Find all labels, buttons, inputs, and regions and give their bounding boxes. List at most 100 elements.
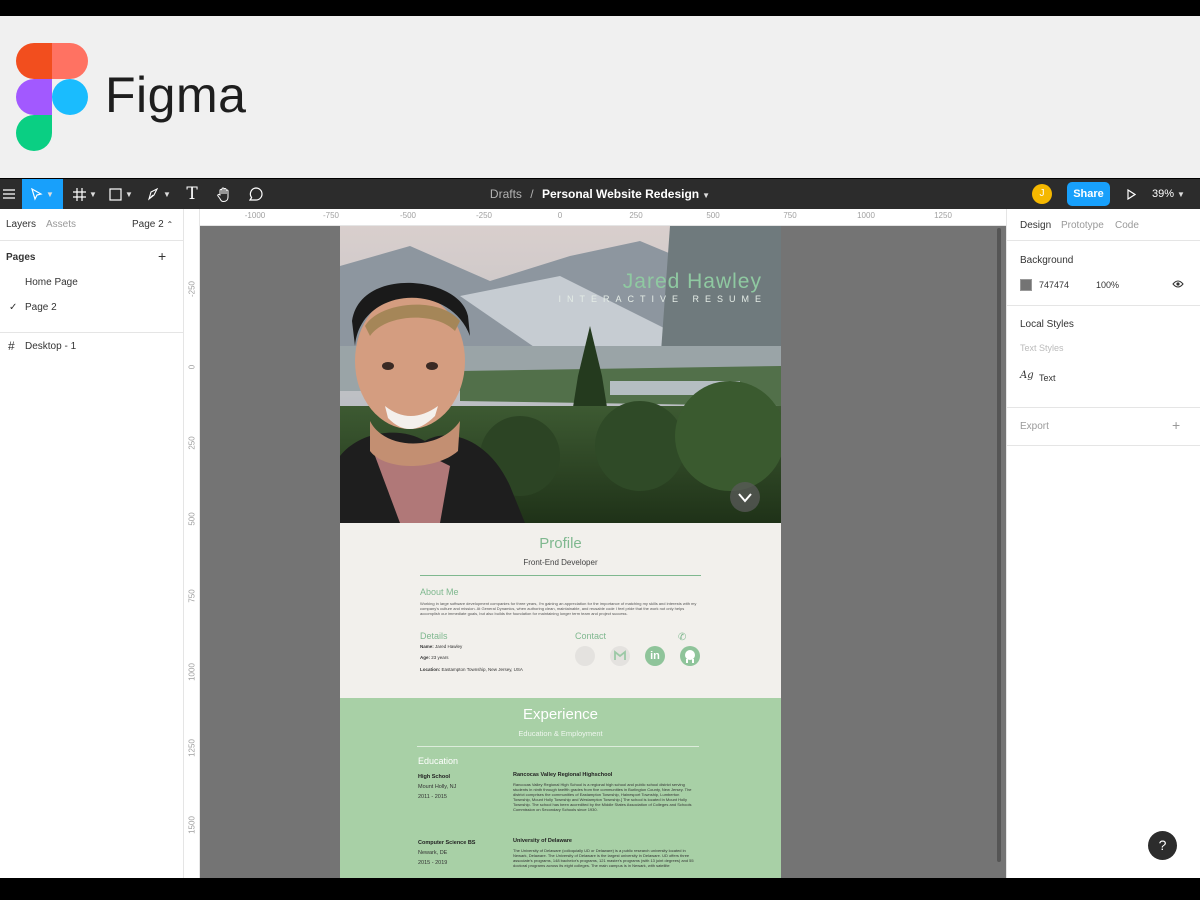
gmail-icon[interactable] [610, 646, 630, 666]
ruler-tick: 750 [783, 211, 797, 220]
ruler-tick: 250 [187, 436, 197, 450]
phone-icon[interactable]: ✆ [678, 632, 686, 643]
ruler-tick: -750 [322, 211, 340, 220]
file-name[interactable]: Personal Website Redesign [542, 187, 699, 201]
ruler-tick: 1000 [187, 663, 197, 681]
background-opacity[interactable]: 100% [1096, 280, 1119, 290]
education-years: 2011 - 2015 [418, 794, 447, 800]
hero-name: Jared Hawley [622, 270, 762, 293]
layer-item-desktop-1[interactable]: Desktop - 1 [25, 341, 76, 352]
help-button[interactable]: ? [1148, 831, 1177, 860]
ruler-tick: -500 [399, 211, 417, 220]
ruler-tick: -1000 [244, 211, 266, 220]
tab-prototype[interactable]: Prototype [1061, 220, 1104, 231]
detail-value: Jared Hawley [435, 644, 463, 649]
divider [1007, 407, 1200, 408]
left-panel-tabs: Layers Assets Page 2 ⌃ [0, 209, 183, 241]
text-style-icon: Ag [1020, 370, 1034, 381]
share-button[interactable]: Share [1067, 182, 1110, 206]
experience-section: Experience Education & Employment Educat… [340, 698, 781, 878]
chevron-down-icon: ▼ [46, 189, 54, 199]
text-tool-icon[interactable]: T [182, 179, 202, 209]
tab-assets[interactable]: Assets [46, 219, 76, 230]
text-style-item[interactable]: Text [1039, 373, 1056, 383]
page-item-page-2[interactable]: Page 2 [25, 302, 57, 313]
pen-tool-icon [148, 187, 159, 201]
pages-title: Pages [6, 252, 36, 263]
location-icon[interactable] [575, 646, 595, 666]
ruler-left: -250 0 250 500 750 1000 1250 1500 [184, 209, 200, 878]
canvas[interactable]: Jared Hawley INTERACTIVE RESUME Profile … [200, 226, 1006, 878]
frame-layer-icon: # [8, 339, 15, 353]
page-item-home[interactable]: Home Page [25, 277, 78, 288]
canvas-scrollbar[interactable] [997, 228, 1001, 862]
hero-section: Jared Hawley INTERACTIVE RESUME [340, 226, 781, 523]
background-hex[interactable]: 747474 [1039, 280, 1069, 290]
user-avatar[interactable]: J [1032, 184, 1052, 204]
figma-banner: Figma [0, 16, 1200, 178]
chevron-down-icon [738, 493, 752, 503]
tab-layers[interactable]: Layers [6, 219, 36, 230]
tab-design[interactable]: Design [1020, 220, 1051, 231]
frame-tool-button[interactable]: ▼ [70, 179, 100, 209]
education-place: Newark, DE [418, 850, 448, 856]
check-icon: ✓ [9, 302, 18, 313]
detail-value: 23 years [431, 655, 449, 660]
comment-tool-icon[interactable] [244, 179, 268, 209]
ruler-tick: 0 [557, 211, 563, 220]
add-page-icon[interactable]: + [158, 248, 166, 264]
ruler-tick: 1500 [187, 816, 197, 834]
experience-title: Experience [522, 706, 599, 723]
left-panel: Layers Assets Page 2 ⌃ Pages + Home Page… [0, 209, 184, 878]
figma-wordmark: Figma [105, 67, 247, 123]
divider [0, 332, 184, 333]
pen-tool-button[interactable]: ▼ [144, 179, 174, 209]
breadcrumb-folder[interactable]: Drafts [490, 187, 522, 201]
menu-icon[interactable] [0, 179, 18, 209]
scroll-down-button[interactable] [730, 482, 760, 512]
detail-location: Location: Eastampton Township, New Jerse… [420, 667, 523, 672]
github-icon[interactable] [680, 646, 700, 666]
local-styles-title: Local Styles [1020, 319, 1074, 330]
ruler-tick: 1250 [187, 739, 197, 757]
ruler-tick: 500 [187, 512, 197, 526]
tab-code[interactable]: Code [1115, 220, 1139, 231]
add-export-icon[interactable]: + [1172, 417, 1180, 433]
desktop-frame[interactable]: Jared Hawley INTERACTIVE RESUME Profile … [340, 226, 781, 878]
education-degree: Computer Science BS [418, 840, 476, 846]
zoom-level[interactable]: 39% ▼ [1152, 179, 1185, 209]
education-heading: Education [418, 756, 459, 766]
contact-heading: Contact [575, 631, 607, 641]
divider [1007, 445, 1200, 446]
ruler-top: -1000 -750 -500 -250 0 250 500 750 1000 … [200, 209, 1006, 226]
shape-tool-button[interactable]: ▼ [106, 179, 136, 209]
figma-logo [16, 43, 88, 151]
ruler-tick: 500 [706, 211, 720, 220]
page-selector[interactable]: Page 2 ⌃ [132, 219, 173, 230]
background-swatch[interactable] [1020, 279, 1032, 291]
ruler-tick: -250 [475, 211, 493, 220]
page-selector-label: Page 2 [132, 219, 164, 230]
frame-tool-icon [73, 187, 87, 201]
about-heading: About Me [420, 587, 459, 597]
ruler-tick: 0 [187, 364, 197, 370]
hand-tool-icon[interactable] [212, 179, 236, 209]
divider [417, 746, 699, 747]
chevron-up-icon: ⌃ [166, 220, 174, 229]
education-place: Mount Holly, NJ [418, 784, 457, 790]
move-tool-button[interactable]: ▼ [22, 179, 63, 209]
ruler-tick: 1000 [857, 211, 875, 220]
background-title: Background [1020, 255, 1074, 266]
detail-label: Name: [420, 644, 434, 649]
eye-icon[interactable] [1172, 279, 1184, 292]
file-menu-chevron-icon[interactable]: ▼ [702, 191, 710, 200]
move-tool-icon [31, 187, 43, 201]
profile-role: Front-End Developer [523, 558, 598, 567]
detail-value: Eastampton Township, New Jersey, USA [441, 667, 523, 672]
shape-tool-icon [109, 187, 122, 201]
profile-section: Profile Front-End Developer About Me Wor… [340, 523, 781, 698]
linkedin-icon[interactable]: in [645, 646, 665, 666]
detail-age: Age: 23 years [420, 655, 449, 660]
zoom-value: 39% [1152, 188, 1175, 200]
play-icon[interactable] [1123, 179, 1139, 209]
